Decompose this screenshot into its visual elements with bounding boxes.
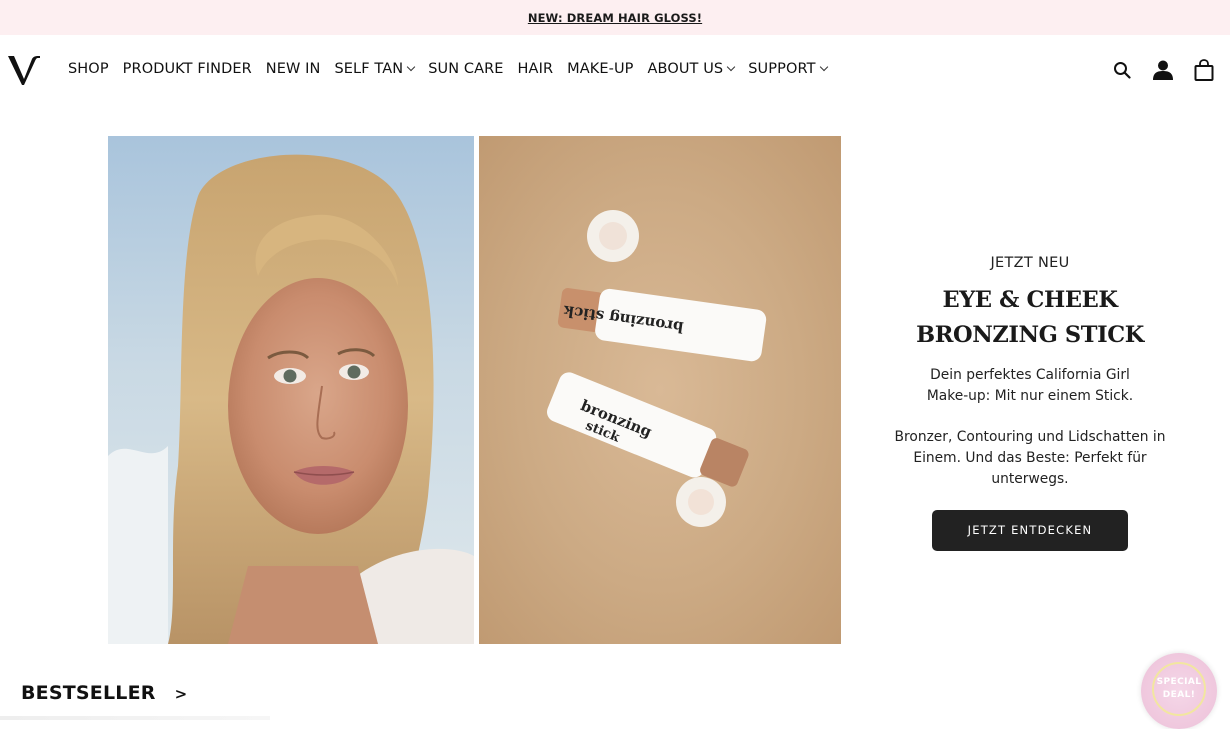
menu-item-sun-care[interactable]: SUN CARE	[428, 61, 503, 77]
deal-badge-ring: SPECIAL DEAL!	[1152, 662, 1206, 716]
menu-item-hair[interactable]: HAIR	[518, 61, 554, 77]
deal-badge-line2: DEAL!	[1162, 690, 1196, 700]
chevron-down-icon	[406, 62, 416, 72]
hero-eyebrow: JETZT NEU	[990, 255, 1070, 271]
menu-item-produkt-finder[interactable]: PRODUKT FINDER	[123, 61, 252, 77]
cart-button[interactable]	[1192, 58, 1216, 82]
account-icon	[1153, 60, 1173, 80]
search-icon	[1114, 62, 1131, 79]
chevron-down-icon	[819, 62, 828, 72]
announcement-link[interactable]: NEW: DREAM HAIR GLOSS!	[528, 11, 702, 25]
announcement-bar: NEW: DREAM HAIR GLOSS!	[0, 0, 1230, 35]
menu-item-make-up[interactable]: MAKE-UP	[567, 61, 633, 77]
deal-badge-line1: SPECIAL	[1156, 677, 1202, 687]
hero-headline-line2: BRONZING STICK	[916, 322, 1144, 348]
special-deal-badge[interactable]: SPECIAL DEAL!	[1141, 653, 1217, 729]
hero-headline-line1: EYE & CHEEK	[942, 287, 1118, 313]
hero-copy: JETZT NEU EYE & CHEEK BRONZING STICK Dei…	[880, 250, 1180, 551]
menu-item-self-tan[interactable]: SELF TAN	[334, 61, 416, 77]
bestseller-label: BESTSELLER	[21, 682, 156, 704]
menu-item-shop[interactable]: SHOP	[68, 61, 109, 77]
hero-subtitle: Dein perfektes California Girl Make-up: …	[926, 367, 1134, 404]
menu-item-about-us[interactable]: ABOUT US	[648, 61, 736, 77]
discover-button[interactable]: JETZT ENTDECKEN	[932, 510, 1128, 551]
product-photo: bronzing stick bronzing stick	[479, 136, 841, 644]
hero-description: Bronzer, Contouring und Lidschatten in E…	[894, 429, 1166, 487]
brand-logo[interactable]	[8, 55, 40, 85]
hero-image[interactable]: bronzing stick bronzing stick	[108, 136, 841, 644]
menu-item-new-in[interactable]: NEW IN	[266, 61, 321, 77]
hero-headline: EYE & CHEEK BRONZING STICK	[880, 283, 1180, 353]
header-actions	[1093, 58, 1216, 82]
bestseller-heading[interactable]: BESTSELLER >	[21, 682, 187, 704]
chevron-right-icon: >	[174, 684, 188, 703]
chevron-down-icon	[727, 62, 736, 72]
search-button[interactable]	[1110, 58, 1134, 82]
cart-icon	[1194, 59, 1214, 81]
main-menu: SHOP PRODUKT FINDER NEW IN SELF TAN SUN …	[68, 58, 841, 80]
menu-item-support[interactable]: SUPPORT	[748, 61, 828, 77]
model-photo	[108, 136, 474, 644]
section-divider	[0, 716, 270, 720]
account-button[interactable]	[1151, 58, 1175, 82]
